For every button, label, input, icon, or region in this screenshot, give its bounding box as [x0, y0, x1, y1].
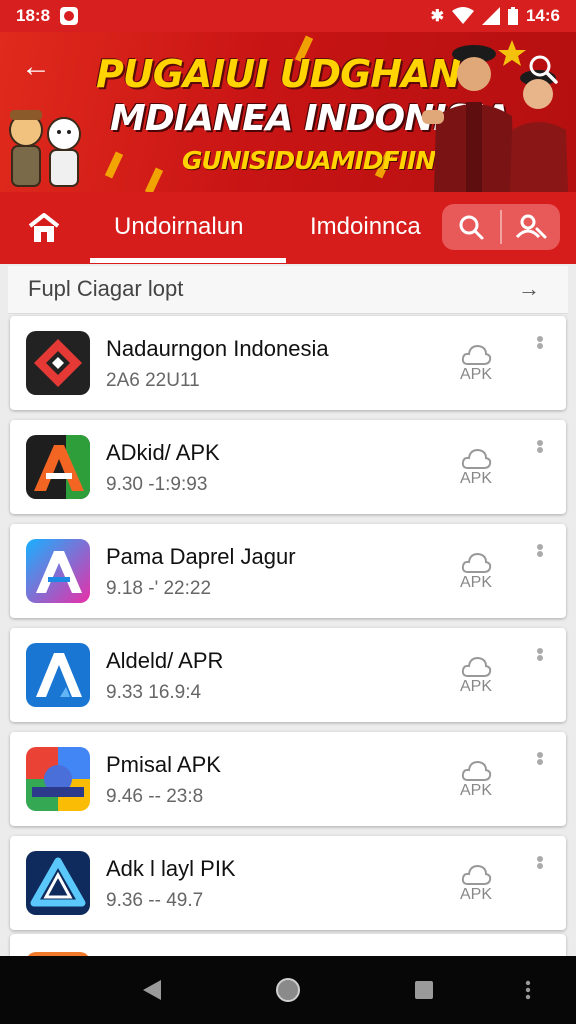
- apk-download-button[interactable]: APK: [454, 654, 498, 704]
- status-bar: 18:8 ✱ 14:6: [0, 0, 576, 32]
- nav-home-button[interactable]: [262, 956, 314, 1024]
- letter-a-app-icon: [26, 435, 90, 499]
- home-circle-icon: [276, 978, 300, 1002]
- user-search-icon: [515, 214, 547, 239]
- apk-label: APK: [459, 366, 492, 383]
- app-name: ADkid/ APK: [106, 440, 220, 465]
- tab-actions: [442, 204, 560, 250]
- nav-recents-button[interactable]: [398, 956, 450, 1024]
- tab-imdoinnca[interactable]: Imdoinnca: [310, 192, 421, 264]
- back-icon: [143, 980, 161, 1000]
- signal-icon: [481, 7, 500, 25]
- notification-icon: [60, 7, 79, 25]
- bluetooth-icon: ✱: [430, 8, 444, 25]
- list-item[interactable]: ADkid/ APK 9.30 -1:9:93 APK: [10, 420, 566, 514]
- app-meta: 9.33 16.9:4: [106, 682, 202, 703]
- more-options-icon[interactable]: [532, 334, 548, 356]
- more-options-icon[interactable]: [532, 542, 548, 564]
- cloud-icon: [461, 552, 492, 573]
- app-meta: 2A6 22U11: [106, 370, 200, 391]
- more-options-icon[interactable]: [532, 646, 548, 668]
- app-meta: 9.30 -1:9:93: [106, 474, 208, 495]
- navy-triangle-app-icon: [26, 851, 90, 915]
- list-item[interactable]: Adk l layl PIK 9.36 -- 49.7 APK: [10, 836, 566, 930]
- cloud-icon: [461, 864, 492, 885]
- app-meta: 9.46 -- 23:8: [106, 786, 204, 807]
- blue-triangle-app-icon: [26, 643, 90, 707]
- list-item[interactable]: Pama Daprel Jagur 9.18 -' 22:22 APK: [10, 524, 566, 618]
- apk-download-button[interactable]: APK: [454, 342, 498, 392]
- battery-text: 14:6: [525, 6, 560, 25]
- battery-icon: [507, 7, 518, 25]
- apk-label: APK: [459, 574, 492, 591]
- wifi-icon: [451, 7, 474, 24]
- tab-undoirnalun[interactable]: Undoirnalun: [114, 192, 243, 264]
- arrow-right-icon[interactable]: →: [518, 276, 540, 302]
- banner-subtitle: GUNISIDUAMIDFIIN!: [182, 146, 447, 175]
- more-options-icon[interactable]: [532, 438, 548, 460]
- google-colors-app-icon: [26, 747, 90, 811]
- app-name: Pmisal APK: [106, 752, 221, 777]
- blue-a-app-icon: [26, 539, 90, 603]
- app-name: Pama Daprel Jagur: [106, 544, 296, 569]
- apk-download-button[interactable]: APK: [454, 862, 498, 912]
- apk-label: APK: [459, 886, 492, 903]
- back-arrow-icon[interactable]: ←: [20, 52, 52, 84]
- search-icon: [459, 215, 484, 240]
- cartoon-characters-image: [9, 110, 81, 187]
- more-options-icon[interactable]: [532, 750, 548, 772]
- app-name: Nadaurngon Indonesia: [106, 336, 329, 361]
- cloud-icon: [461, 448, 492, 469]
- cloud-icon: [461, 760, 492, 781]
- nav-menu-button[interactable]: [512, 956, 544, 1024]
- section-header[interactable]: Fupl Ciagar lopt →: [8, 266, 568, 314]
- menu-icon: [525, 980, 531, 1000]
- more-options-icon[interactable]: [532, 854, 548, 876]
- tab-search-button[interactable]: [442, 204, 500, 250]
- banner-title-line1: PUGAIUI UDGHAN: [96, 52, 461, 96]
- list-item[interactable]: Aldeld/ APR 9.33 16.9:4 APK: [10, 628, 566, 722]
- app-name: Adk l layl PIK: [106, 856, 236, 881]
- apk-download-button[interactable]: APK: [454, 446, 498, 496]
- nav-back-button[interactable]: [126, 956, 178, 1024]
- red-diamond-app-icon: [26, 331, 90, 395]
- promo-banner[interactable]: PUGAIUI UDGHAN MDIANEA INDONISIA GUNISID…: [0, 32, 576, 192]
- list-item[interactable]: Pmisal APK 9.46 -- 23:8 APK: [10, 732, 566, 826]
- home-icon[interactable]: [26, 212, 62, 244]
- recents-icon: [415, 981, 433, 999]
- system-nav-bar: [0, 956, 576, 1024]
- app-meta: 9.18 -' 22:22: [106, 578, 212, 599]
- app-name: Aldeld/ APR: [106, 648, 224, 673]
- search-icon[interactable]: [526, 52, 560, 86]
- status-time: 18:8: [16, 6, 51, 25]
- apk-label: APK: [459, 678, 492, 695]
- tab-account-button[interactable]: [502, 204, 560, 250]
- apk-label: APK: [459, 782, 492, 799]
- list-item[interactable]: Nadaurngon Indonesia 2A6 22U11 APK: [10, 316, 566, 410]
- apk-download-button[interactable]: APK: [454, 758, 498, 808]
- cloud-icon: [461, 656, 492, 677]
- status-icons: ✱ 14:6: [431, 6, 560, 26]
- active-tab-indicator: [90, 258, 286, 263]
- apk-label: APK: [459, 470, 492, 487]
- apk-download-button[interactable]: APK: [454, 550, 498, 600]
- section-title: Fupl Ciagar lopt: [28, 276, 184, 301]
- app-meta: 9.36 -- 49.7: [106, 890, 204, 911]
- cloud-icon: [461, 344, 492, 365]
